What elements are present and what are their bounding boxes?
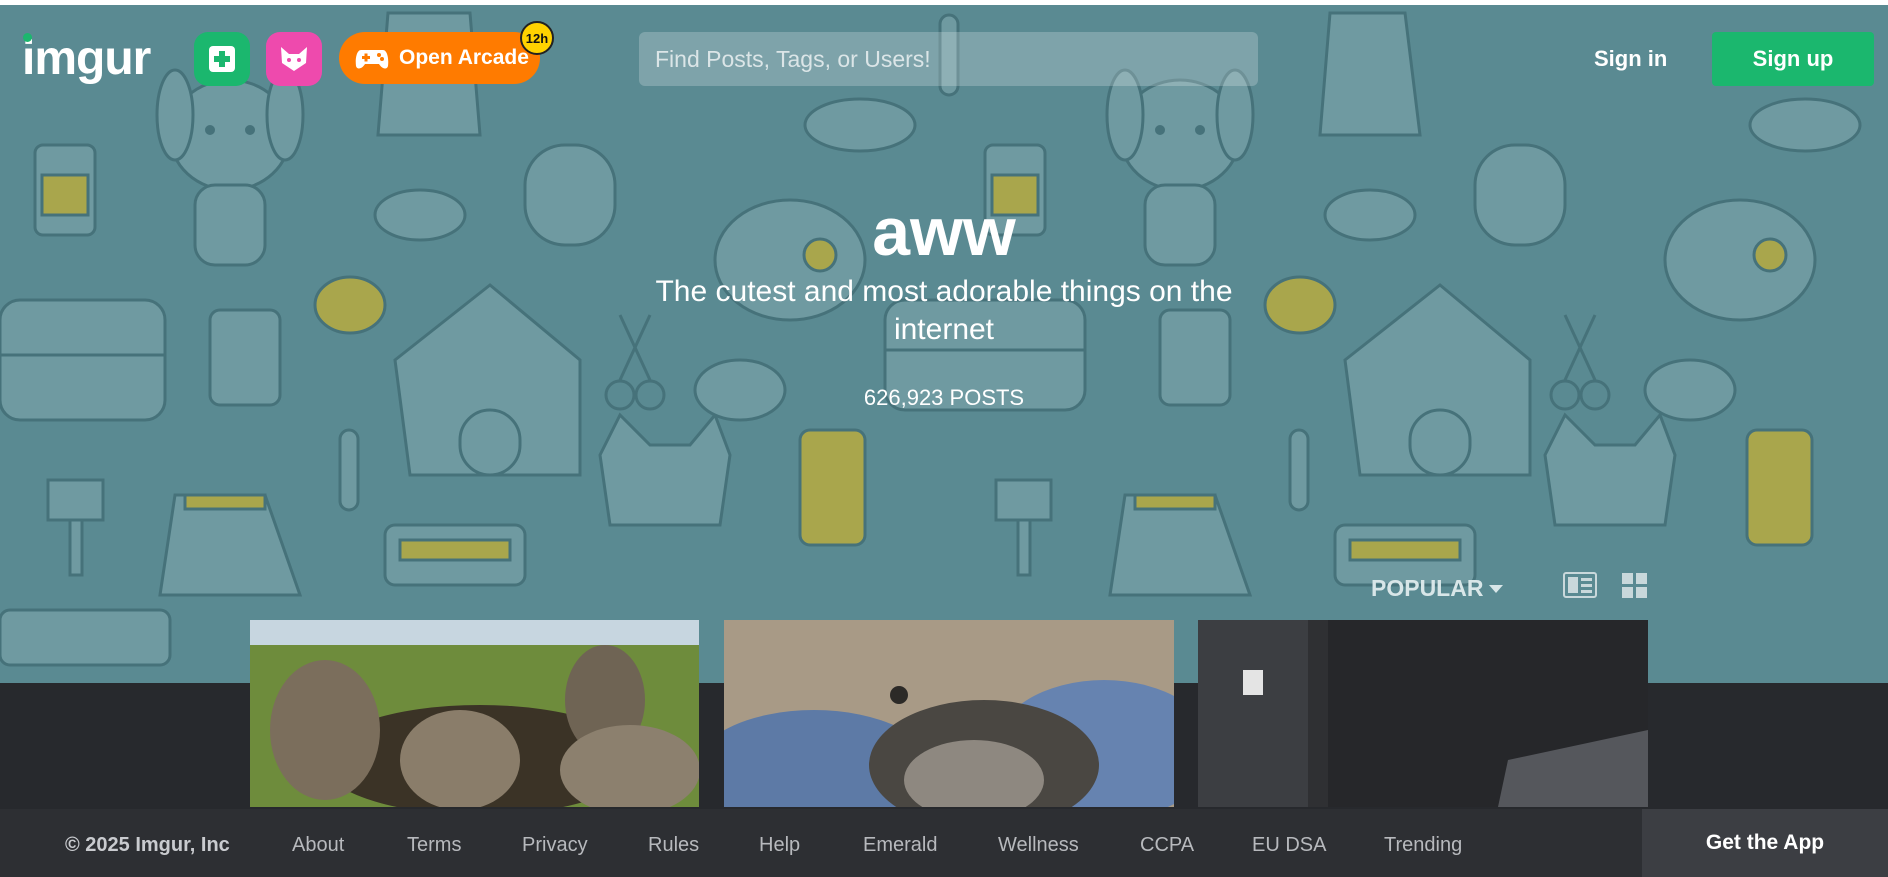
get-the-app-button[interactable]: Get the App <box>1642 809 1888 877</box>
footer-link-rules[interactable]: Rules <box>648 834 699 857</box>
food-bag-doodle <box>1318 11 1422 137</box>
detailed-view-icon[interactable] <box>1563 571 1597 599</box>
comb-doodle <box>994 478 1053 577</box>
car-interior-image <box>1198 620 1648 807</box>
bag-doodle <box>158 493 303 597</box>
sort-dropdown[interactable]: POPULAR <box>1371 575 1504 602</box>
bone-doodle <box>1288 428 1310 512</box>
bird-doodle <box>1263 275 1337 335</box>
plus-square-icon <box>209 46 235 72</box>
arcade-timer-badge: 12h <box>520 21 554 55</box>
cat-doodle <box>598 412 732 527</box>
tag-description: The cutest and most adorable things on t… <box>655 275 1233 346</box>
doghouse-doodle <box>1343 283 1532 477</box>
logo-dot-icon <box>23 33 32 42</box>
copyright: © 2025 Imgur, Inc <box>65 834 230 856</box>
footer-link-privacy[interactable]: Privacy <box>522 834 588 857</box>
post-thumbnail[interactable] <box>250 620 699 807</box>
cat-doodle <box>1543 412 1677 527</box>
doghouse-doodle <box>393 283 582 477</box>
kittens-image <box>250 620 699 807</box>
sign-up-button[interactable]: Sign up <box>1712 32 1874 86</box>
puppy-image <box>724 620 1174 807</box>
meme-generator-button[interactable] <box>266 32 322 86</box>
search-input[interactable] <box>639 32 1258 86</box>
can-doodle <box>798 428 867 547</box>
bowl-doodle <box>803 97 917 153</box>
footer-link-eu-dsa[interactable]: EU DSA <box>1252 834 1326 857</box>
footer-link-trending[interactable]: Trending <box>1384 834 1462 857</box>
footer-link-terms[interactable]: Terms <box>407 834 461 857</box>
footer-link-about[interactable]: About <box>292 834 344 857</box>
post-count: 626,923 POSTS <box>863 385 1025 410</box>
can-doodle <box>1745 428 1814 547</box>
hero-banner: imgur Open Arcade 12h Sign in Sign up aw… <box>0 5 1888 683</box>
footer-link-emerald[interactable]: Emerald <box>863 834 937 857</box>
arcade-label: Open Arcade <box>399 46 529 69</box>
tag-title: aww <box>872 194 1016 270</box>
imgur-logo[interactable]: imgur <box>22 31 151 86</box>
gamepad-icon <box>355 50 389 69</box>
footer <box>0 809 1888 877</box>
comb-doodle <box>46 478 105 577</box>
grid-view-icon[interactable] <box>1622 573 1648 599</box>
litterbox-doodle <box>383 523 527 587</box>
footer-link-help[interactable]: Help <box>759 834 800 857</box>
footer-link-wellness[interactable]: Wellness <box>998 834 1079 857</box>
post-thumbnail[interactable] <box>1198 620 1648 807</box>
caret-down-icon <box>1489 584 1504 593</box>
new-post-button[interactable] <box>194 32 250 86</box>
bird-doodle <box>313 275 387 335</box>
open-arcade-button[interactable]: Open Arcade <box>339 32 540 84</box>
litterbox-doodle <box>0 608 172 667</box>
sort-label: POPULAR <box>1371 575 1484 601</box>
sign-in-link[interactable]: Sign in <box>1594 46 1667 72</box>
footer-link-ccpa[interactable]: CCPA <box>1140 834 1194 857</box>
bag-doodle <box>1108 493 1253 597</box>
bowl-doodle <box>1748 97 1862 153</box>
post-thumbnail[interactable] <box>724 620 1174 807</box>
cat-face-icon <box>281 47 307 71</box>
bone-doodle <box>338 428 360 512</box>
